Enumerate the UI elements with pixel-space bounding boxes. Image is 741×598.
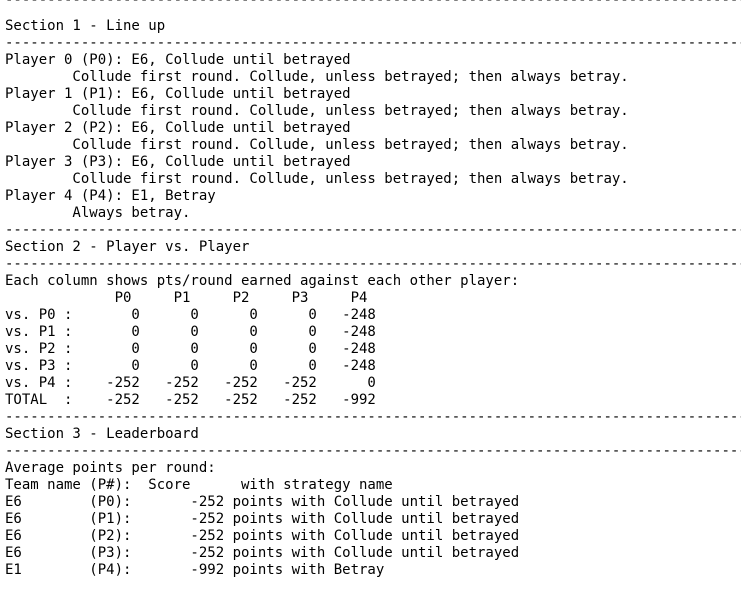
section-3-title: Section 3 - Leaderboard (5, 426, 199, 442)
leaderboard-row-p3: E6 (P3): -252 points with Collude until … (5, 545, 520, 561)
separator: ----------------------------------------… (5, 256, 741, 272)
separator-top: ----------------------------------------… (5, 0, 741, 8)
pvp-row-p3: vs. P3 : 0 0 0 0 -248 (5, 358, 376, 374)
pvp-row-p0: vs. P0 : 0 0 0 0 -248 (5, 307, 376, 323)
pvp-row-p1: vs. P1 : 0 0 0 0 -248 (5, 324, 376, 340)
player-4-description: Always betray. (5, 205, 191, 221)
player-0-description: Collude first round. Collude, unless bet… (5, 69, 629, 85)
pvp-row-p4: vs. P4 : -252 -252 -252 -252 0 (5, 375, 376, 391)
player-1-description: Collude first round. Collude, unless bet… (5, 103, 629, 119)
separator: ----------------------------------------… (5, 409, 741, 425)
separator: ----------------------------------------… (5, 443, 741, 459)
player-2-description: Collude first round. Collude, unless bet… (5, 137, 629, 153)
section-1-title: Section 1 - Line up (5, 18, 166, 34)
pvp-intro: Each column shows pts/round earned again… (5, 273, 520, 289)
leaderboard-column-header: Team name (P#): Score with strategy name (5, 477, 393, 493)
leaderboard-row-p1: E6 (P1): -252 points with Collude until … (5, 511, 520, 527)
separator: ----------------------------------------… (5, 222, 741, 238)
leaderboard-row-p0: E6 (P0): -252 points with Collude until … (5, 494, 520, 510)
pvp-row-p2: vs. P2 : 0 0 0 0 -248 (5, 341, 376, 357)
leaderboard-intro: Average points per round: (5, 460, 216, 476)
terminal-output: ----------------------------------------… (0, 0, 741, 598)
leaderboard-row-p4: E1 (P4): -992 points with Betray (5, 562, 385, 578)
player-0-header: Player 0 (P0): E6, Collude until betraye… (5, 52, 351, 68)
player-4-header: Player 4 (P4): E1, Betray (5, 188, 216, 204)
player-3-header: Player 3 (P3): E6, Collude until betraye… (5, 154, 351, 170)
separator: ----------------------------------------… (5, 35, 741, 51)
player-3-description: Collude first round. Collude, unless bet… (5, 171, 629, 187)
section-2-title: Section 2 - Player vs. Player (5, 239, 250, 255)
player-2-header: Player 2 (P2): E6, Collude until betraye… (5, 120, 351, 136)
pvp-row-total: TOTAL : -252 -252 -252 -252 -992 (5, 392, 376, 408)
player-1-header: Player 1 (P1): E6, Collude until betraye… (5, 86, 351, 102)
leaderboard-row-p2: E6 (P2): -252 points with Collude until … (5, 528, 520, 544)
pvp-column-header: P0 P1 P2 P3 P4 (5, 290, 368, 306)
